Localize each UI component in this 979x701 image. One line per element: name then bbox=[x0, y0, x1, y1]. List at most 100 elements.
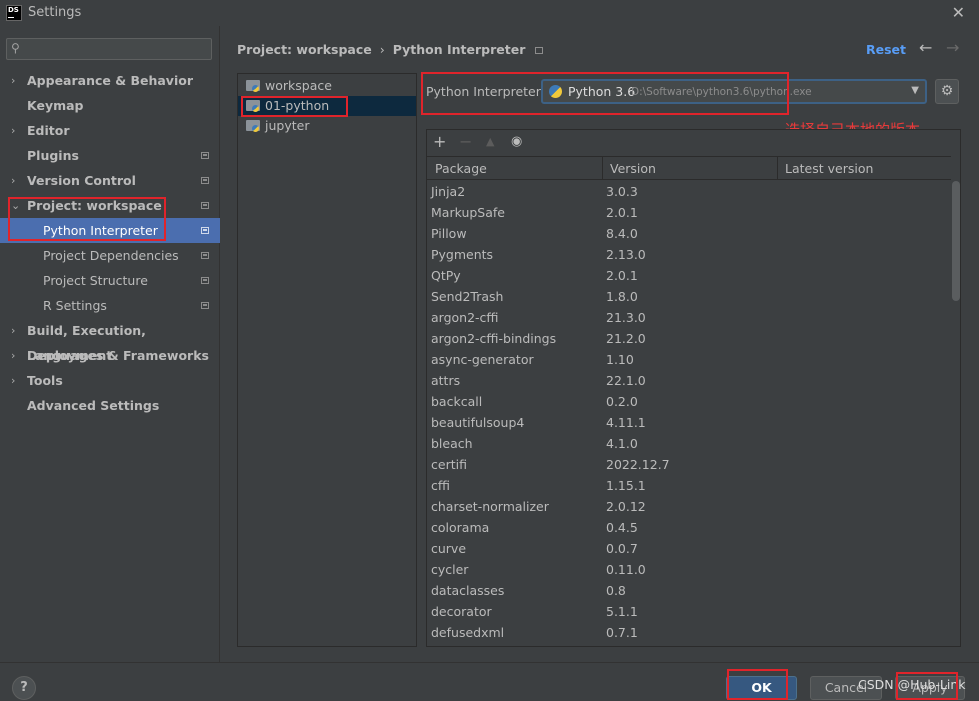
table-row[interactable]: decorator 5.1.1 bbox=[427, 601, 951, 622]
package-version: 5.1.1 bbox=[606, 604, 638, 619]
title-bar: DS Settings ✕ bbox=[0, 0, 979, 26]
table-row[interactable]: cffi 1.15.1 bbox=[427, 475, 951, 496]
python-folder-icon bbox=[246, 80, 260, 92]
package-version: 4.1.0 bbox=[606, 436, 638, 451]
chevron-right-icon[interactable]: › bbox=[11, 118, 15, 143]
column-header-version[interactable]: Version bbox=[610, 161, 656, 176]
sidebar-item-label: Version Control bbox=[27, 173, 136, 188]
table-row[interactable]: argon2-cffi-bindings 21.2.0 bbox=[427, 328, 951, 349]
sidebar-item-label: R Settings bbox=[43, 298, 107, 313]
table-row[interactable]: argon2-cffi 21.3.0 bbox=[427, 307, 951, 328]
chevron-right-icon[interactable]: › bbox=[11, 368, 15, 393]
back-arrow-icon[interactable]: ← bbox=[919, 38, 932, 57]
sidebar-item-appearance-behavior[interactable]: › Appearance & Behavior bbox=[0, 68, 220, 93]
window-title: Settings bbox=[28, 5, 82, 20]
remove-package-icon[interactable]: − bbox=[459, 132, 472, 151]
sidebar-item-advanced-settings[interactable]: Advanced Settings bbox=[0, 393, 220, 418]
app-logo-icon: DS bbox=[6, 5, 22, 21]
eye-icon[interactable]: ◉ bbox=[511, 134, 522, 149]
table-row[interactable]: Pillow 8.4.0 bbox=[427, 223, 951, 244]
sidebar-item-languages-frameworks[interactable]: › Languages & Frameworks bbox=[0, 343, 220, 368]
package-version: 2.0.1 bbox=[606, 205, 638, 220]
package-name: decorator bbox=[431, 604, 492, 619]
table-row[interactable]: Pygments 2.13.0 bbox=[427, 244, 951, 265]
sidebar-item-project-workspace[interactable]: ⌄ Project: workspace bbox=[0, 193, 220, 218]
help-button[interactable]: ? bbox=[12, 676, 36, 700]
reset-link[interactable]: Reset bbox=[866, 42, 906, 57]
forward-arrow-icon[interactable]: → bbox=[946, 38, 959, 57]
chevron-right-icon[interactable]: › bbox=[11, 68, 15, 93]
chevron-down-icon[interactable]: ⌄ bbox=[11, 193, 20, 218]
package-name: certifi bbox=[431, 457, 467, 472]
table-row[interactable]: cycler 0.11.0 bbox=[427, 559, 951, 580]
sidebar-item-label: Appearance & Behavior bbox=[27, 73, 193, 88]
table-row[interactable]: defusedxml 0.7.1 bbox=[427, 622, 951, 643]
package-version: 21.3.0 bbox=[606, 310, 646, 325]
table-row[interactable]: bleach 4.1.0 bbox=[427, 433, 951, 454]
project-scope-icon bbox=[201, 152, 209, 159]
package-version: 8.4.0 bbox=[606, 226, 638, 241]
package-version: 2.0.1 bbox=[606, 268, 638, 283]
packages-table-header: Package Version Latest version bbox=[427, 156, 951, 180]
table-row[interactable]: colorama 0.4.5 bbox=[427, 517, 951, 538]
sidebar-item-r-settings[interactable]: R Settings bbox=[0, 293, 220, 318]
chevron-right-icon[interactable]: › bbox=[11, 318, 15, 343]
table-row[interactable]: MarkupSafe 2.0.1 bbox=[427, 202, 951, 223]
table-row[interactable]: dataclasses 0.8 bbox=[427, 580, 951, 601]
tree-item-01-python[interactable]: 01-python bbox=[238, 96, 416, 116]
table-row[interactable]: backcall 0.2.0 bbox=[427, 391, 951, 412]
breadcrumb-current: Python Interpreter bbox=[392, 42, 526, 57]
search-input[interactable]: ⚲ bbox=[6, 38, 212, 60]
table-row[interactable]: curve 0.0.7 bbox=[427, 538, 951, 559]
interpreter-settings-gear-icon[interactable]: ⚙ bbox=[935, 79, 959, 104]
sidebar-item-label: Keymap bbox=[27, 98, 84, 113]
watermark-text: CSDN @Hub-Link bbox=[858, 677, 966, 692]
package-version: 1.15.1 bbox=[606, 478, 646, 493]
packages-panel: + − ▲ ◉ Package Version Latest version J… bbox=[426, 129, 961, 647]
breadcrumb-parent[interactable]: Project: workspace bbox=[237, 42, 372, 57]
column-header-package[interactable]: Package bbox=[435, 161, 487, 176]
sidebar-item-label: Project Structure bbox=[43, 273, 148, 288]
column-header-latest-version[interactable]: Latest version bbox=[785, 161, 873, 176]
table-row[interactable]: certifi 2022.12.7 bbox=[427, 454, 951, 475]
package-version: 0.0.7 bbox=[606, 541, 638, 556]
close-icon[interactable]: ✕ bbox=[952, 3, 965, 22]
upgrade-package-icon[interactable]: ▲ bbox=[486, 135, 494, 148]
package-version: 0.8 bbox=[606, 583, 626, 598]
table-row[interactable]: async-generator 1.10 bbox=[427, 349, 951, 370]
table-row[interactable]: Send2Trash 1.8.0 bbox=[427, 286, 951, 307]
sidebar-item-plugins[interactable]: Plugins bbox=[0, 143, 220, 168]
table-row[interactable]: attrs 22.1.0 bbox=[427, 370, 951, 391]
package-name: cffi bbox=[431, 478, 450, 493]
sidebar-item-project-dependencies[interactable]: Project Dependencies bbox=[0, 243, 220, 268]
sidebar-item-editor[interactable]: › Editor bbox=[0, 118, 220, 143]
project-scope-icon bbox=[201, 227, 209, 234]
packages-scrollbar[interactable] bbox=[952, 181, 960, 301]
package-version: 3.0.3 bbox=[606, 184, 638, 199]
package-name: defusedxml bbox=[431, 625, 505, 640]
tree-item-workspace[interactable]: workspace bbox=[238, 76, 416, 96]
project-scope-icon bbox=[535, 47, 544, 54]
tree-item-jupyter[interactable]: jupyter bbox=[238, 116, 416, 136]
add-package-icon[interactable]: + bbox=[433, 132, 446, 151]
interpreter-label: Python Interpreter: bbox=[426, 84, 545, 99]
sidebar-item-label: Languages & Frameworks bbox=[27, 348, 209, 363]
table-row[interactable]: beautifulsoup4 4.11.1 bbox=[427, 412, 951, 433]
sidebar-item-keymap[interactable]: Keymap bbox=[0, 93, 220, 118]
sidebar-item-python-interpreter[interactable]: Python Interpreter bbox=[0, 218, 220, 243]
table-row[interactable]: charset-normalizer 2.0.12 bbox=[427, 496, 951, 517]
table-row[interactable]: QtPy 2.0.1 bbox=[427, 265, 951, 286]
package-name: argon2-cffi-bindings bbox=[431, 331, 557, 346]
chevron-right-icon[interactable]: › bbox=[11, 168, 15, 193]
chevron-right-icon[interactable]: › bbox=[11, 343, 15, 368]
package-version: 0.11.0 bbox=[606, 562, 646, 577]
package-version: 0.2.0 bbox=[606, 394, 638, 409]
sidebar-item-tools[interactable]: › Tools bbox=[0, 368, 220, 393]
sidebar-item-version-control[interactable]: › Version Control bbox=[0, 168, 220, 193]
interpreter-name: Python 3.6 bbox=[568, 84, 636, 99]
sidebar-item-project-structure[interactable]: Project Structure bbox=[0, 268, 220, 293]
table-row[interactable]: Jinja2 3.0.3 bbox=[427, 181, 951, 202]
sidebar-item-build-execution-deployment[interactable]: › Build, Execution, Deployment bbox=[0, 318, 220, 363]
ok-button[interactable]: OK bbox=[726, 676, 797, 700]
interpreter-dropdown[interactable]: Python 3.6 D:\Software\python3.6\python.… bbox=[541, 79, 927, 104]
